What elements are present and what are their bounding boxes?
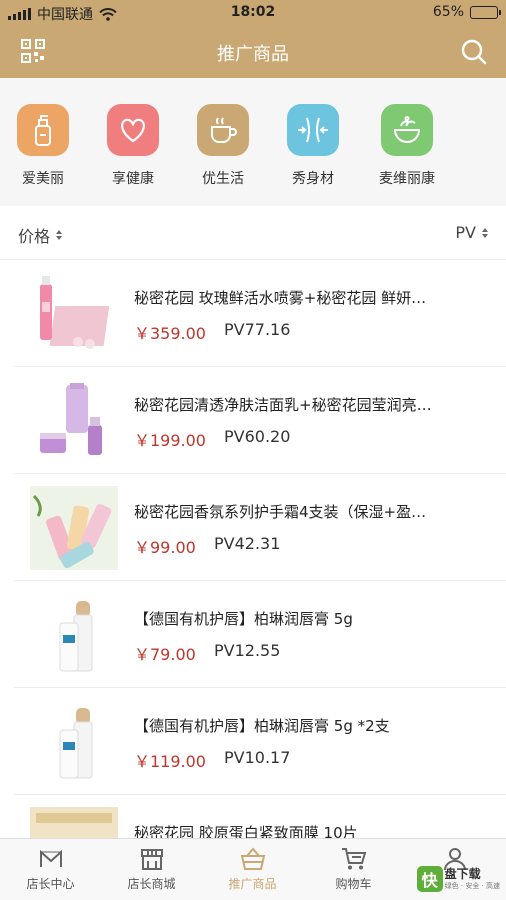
product-image [59,708,93,779]
product-pv: PV42.31 [214,534,281,553]
product-item[interactable]: 【德国有机护唇】柏琳润唇膏 5g *2支 ￥119.00 PV10.17 [14,688,506,795]
category-label: 秀身材 [292,171,334,187]
product-name: 秘密花园 玫瑰鲜活水喷雾+秘密花园 鲜妍… [134,289,427,307]
category-label: 享健康 [112,171,154,187]
product-price: ￥359.00 [134,324,206,343]
tab-bar: 店长中心 店长商城 推广商品 购物车 快 盘下载 绿色 · 安全 · 高速 [0,838,506,900]
battery-icon [470,5,501,19]
tab-label: 购物车 [335,877,372,891]
category-beauty[interactable]: 爱美丽 [8,104,78,188]
product-item[interactable]: 秘密花园香氛系列护手霜4支装（保湿+盈… ￥99.00 PV42.31 [14,474,506,581]
tab-label: 店长中心 [26,877,75,891]
category-maiweilikang[interactable]: 麦维丽康 [372,104,442,188]
status-time: 18:02 [230,4,276,20]
product-item[interactable]: 【德国有机护唇】柏琳润唇膏 5g ￥79.00 PV12.55 [14,581,506,688]
product-name: 秘密花园香氛系列护手霜4支装（保湿+盈… [134,503,427,521]
category-icon-bg [287,104,339,156]
product-price: ￥119.00 [134,752,206,771]
page-title: 推广商品 [217,44,289,65]
product-price: ￥99.00 [134,538,196,557]
heart-icon [121,118,145,143]
sort-price-button[interactable]: 价格 [18,223,63,247]
product-pv: PV77.16 [224,320,291,339]
watermark-logo: 快 盘下载 绿色 · 安全 · 高速 [416,866,500,892]
sort-pv-button[interactable]: PV [455,223,488,242]
sort-pv-label: PV [455,223,476,242]
bowl-icon [393,116,421,143]
lotion-bottle-icon [35,115,51,146]
basket-icon [240,847,265,870]
category-health[interactable]: 享健康 [98,104,168,188]
status-bar: 中国联通 18:02 65% [0,0,506,26]
category-icon-bg [17,104,69,156]
tab-shop-mall[interactable]: 店长商城 [101,847,202,892]
store-icon [140,849,163,870]
product-image [59,601,93,672]
search-icon[interactable] [460,38,488,66]
product-price: ￥79.00 [134,645,196,664]
product-name: 秘密花园 胶原蛋白紧致面膜 10片 [134,824,358,838]
product-image [40,383,102,455]
product-price: ￥199.00 [134,431,206,450]
slim-waist-icon [298,117,328,143]
product-image [30,807,118,838]
product-pv: PV60.20 [224,427,291,446]
product-image [40,276,110,349]
product-pv: PV12.55 [214,641,281,660]
product-item[interactable]: 秘密花园清透净肤洁面乳+秘密花园莹润亮… ￥199.00 PV60.20 [14,367,506,474]
category-icon-bg [107,104,159,156]
category-icon-bg [197,104,249,156]
tab-cart[interactable]: 购物车 [303,847,404,892]
product-item[interactable]: 秘密花园 胶原蛋白紧致面膜 10片 [14,795,506,838]
cart-icon [341,848,366,870]
sort-arrows-icon [482,227,488,238]
coffee-cup-icon [211,117,237,143]
watermark-title: 盘下载 [444,866,481,881]
product-name: 【德国有机护唇】柏琳润唇膏 5g *2支 [134,717,390,735]
category-life[interactable]: 优生活 [188,104,258,188]
sort-bar: 价格 PV [0,206,506,260]
nav-bar: 推广商品 [0,26,506,78]
battery-percent: 65% [432,4,464,20]
sort-arrows-icon [56,230,63,240]
category-bar: 爱美丽 享健康 优生活 秀身材 麦维丽康 [0,78,506,284]
product-list: 秘密花园 玫瑰鲜活水喷雾+秘密花园 鲜妍… ￥359.00 PV77.16 秘密… [0,260,506,838]
category-body[interactable]: 秀身材 [278,104,348,188]
category-icon-bg [381,104,433,156]
tab-shop-center[interactable]: 店长中心 [0,847,101,892]
tab-promo-products[interactable]: 推广商品 [202,847,303,892]
category-label: 优生活 [202,171,244,187]
category-label: 爱美丽 [22,171,64,187]
tab-label: 推广商品 [228,877,277,891]
tab-label: 店长商城 [127,877,176,891]
product-item[interactable]: 秘密花园 玫瑰鲜活水喷雾+秘密花园 鲜妍… ￥359.00 PV77.16 [14,260,506,367]
product-image [30,486,118,570]
product-name: 秘密花园清透净肤洁面乳+秘密花园莹润亮… [134,396,432,414]
watermark-sub: 绿色 · 安全 · 高速 [444,881,500,890]
m-logo-icon [39,849,62,867]
sort-price-label: 价格 [18,227,51,246]
watermark-mark: 快 [416,866,443,892]
product-name: 【德国有机护唇】柏琳润唇膏 5g [134,610,353,628]
category-label: 麦维丽康 [379,171,435,187]
status-right: 65% [432,4,501,20]
product-pv: PV10.17 [224,748,291,767]
